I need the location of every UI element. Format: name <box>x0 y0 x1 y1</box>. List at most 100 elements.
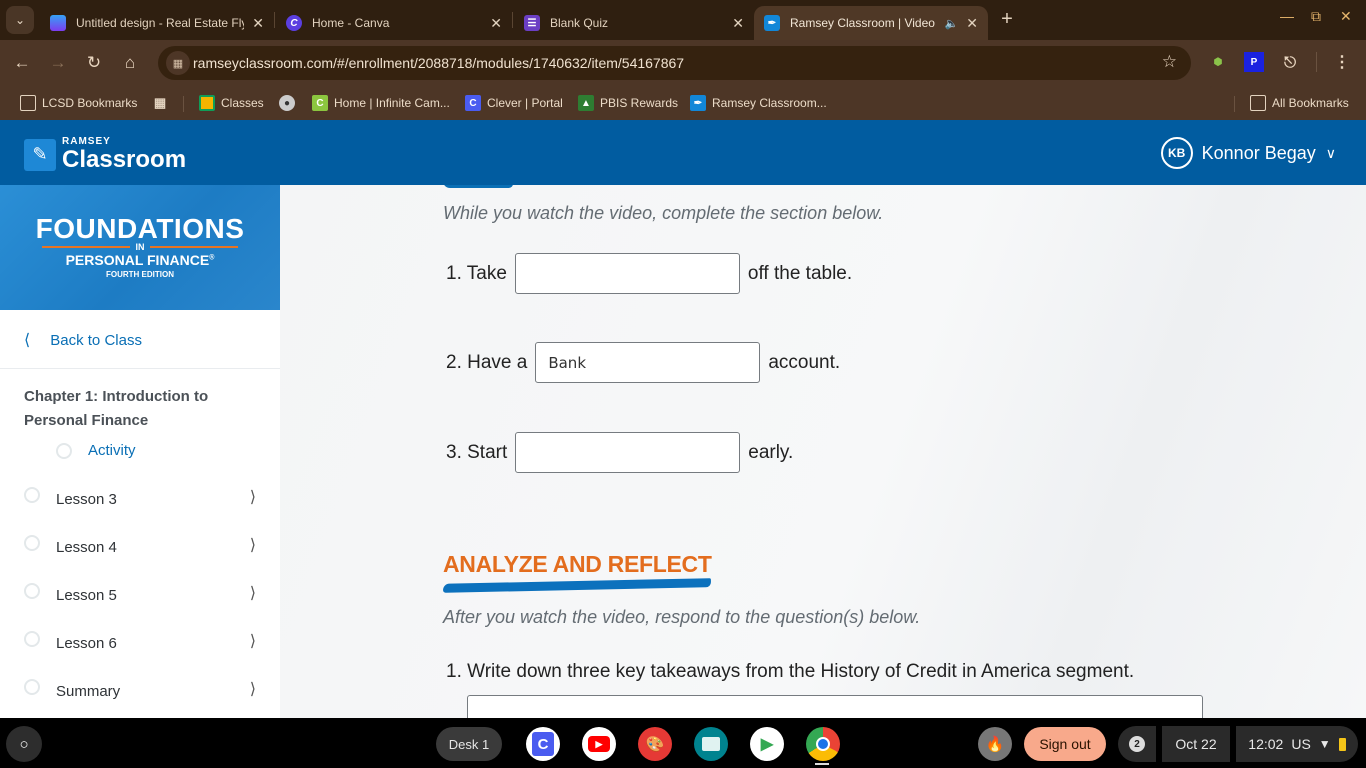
folder-icon <box>1250 95 1266 111</box>
running-indicator <box>815 763 829 765</box>
canvas-paint-app-icon[interactable]: 🎨 <box>638 727 672 761</box>
chevron-right-icon: ⟩ <box>249 585 256 602</box>
course-sidebar: FOUNDATIONS IN PERSONAL FINANCE® FOURTH … <box>0 185 280 718</box>
bookmark-classes[interactable]: Classes <box>199 93 264 113</box>
bookmark-lcsd[interactable]: LCSD Bookmarks <box>20 93 137 113</box>
extensions-puzzle-icon[interactable]: ⎋ <box>1280 52 1300 72</box>
chevron-left-icon: ⟨ <box>24 332 31 349</box>
avatar: KB <box>1160 137 1193 169</box>
notifications-button[interactable]: 2 <box>1118 726 1156 762</box>
play-store-app-icon[interactable]: ▶ <box>750 727 784 761</box>
fill-in-3: 3. Start early. <box>446 432 793 473</box>
lesson-label: Lesson 3 <box>56 490 117 508</box>
speaker-icon[interactable]: 🔈 <box>945 17 959 30</box>
pbis-icon: ▲ <box>578 95 594 111</box>
date-button[interactable]: Oct 22 <box>1162 726 1230 762</box>
minimize-icon[interactable]: — <box>1280 8 1294 24</box>
fill-in-input-2[interactable] <box>535 342 761 383</box>
os-shelf: ○ Desk 1 C ▶ 🎨 ▶ 🔥 Sign out 2 Oct 22 12:… <box>0 718 1366 768</box>
bookmark-ramsey[interactable]: ✒ Ramsey Classroom... <box>690 93 827 113</box>
google-forms-icon: ☰ <box>524 15 540 31</box>
reload-icon[interactable]: ↻ <box>82 51 106 75</box>
bookmark-apps[interactable]: ▦ <box>152 93 174 113</box>
classroom-news-app-icon[interactable] <box>694 727 728 761</box>
fill-in-prefix: 2. Have a <box>446 351 528 373</box>
url-text[interactable]: ramseyclassroom.com/#/enrollment/2088718… <box>193 55 684 71</box>
sidebar-item-summary[interactable]: Summary ⟩ <box>24 679 256 703</box>
launcher-button[interactable]: ○ <box>6 726 42 762</box>
bookmark-separator <box>1234 96 1235 112</box>
bookmark-infinite-campus[interactable]: C Home | Infinite Cam... <box>312 93 450 113</box>
bookmark-globe[interactable]: ● <box>279 93 301 113</box>
ramsey-classroom-logo[interactable]: ✎ RAMSEY Classroom <box>24 137 186 172</box>
bookmark-separator <box>183 96 184 112</box>
chrome-app-icon[interactable] <box>806 727 840 761</box>
restore-icon[interactable]: ⧉ <box>1311 8 1321 25</box>
chevron-right-icon: ⟩ <box>249 537 256 554</box>
back-arrow-icon[interactable]: ← <box>10 51 34 75</box>
new-tab-button[interactable]: + <box>996 8 1018 30</box>
progress-circle-icon <box>24 535 40 551</box>
sidebar-item-lesson-6[interactable]: Lesson 6 ⟩ <box>24 631 256 655</box>
extension-ck-icon[interactable]: ⬢ <box>1208 52 1228 72</box>
status-tray[interactable]: 12:02 US ▼ <box>1236 726 1358 762</box>
pencil-logo-icon: ✎ <box>24 138 56 171</box>
chevron-right-icon: ⟩ <box>249 633 256 650</box>
tab-blank-quiz[interactable]: ☰ Blank Quiz ✕ <box>514 6 754 40</box>
brush-underline <box>442 578 712 593</box>
back-to-class-link[interactable]: ⟨ Back to Class <box>24 330 142 350</box>
close-tab-icon[interactable]: ✕ <box>966 15 978 32</box>
site-info-icon[interactable]: ▦ <box>166 51 190 75</box>
user-avatar-icon[interactable]: 🔥 <box>978 727 1012 761</box>
progress-circle-icon <box>24 631 40 647</box>
bookmark-label: All Bookmarks <box>1272 96 1349 110</box>
notification-count: 2 <box>1129 736 1145 752</box>
sidebar-item-activity[interactable]: Activity <box>56 442 136 459</box>
chapter-title: Chapter 1: Introduction to Personal Fina… <box>24 388 209 429</box>
progress-circle-icon <box>24 583 40 599</box>
sidebar-item-lesson-3[interactable]: Lesson 3 ⟩ <box>24 487 256 511</box>
all-bookmarks[interactable]: All Bookmarks <box>1250 93 1349 113</box>
user-menu[interactable]: KB Konnor Begay ∨ <box>1160 137 1336 169</box>
tab-ramsey-classroom[interactable]: ✒ Ramsey Classroom | Video 🔈 ✕ <box>754 6 988 40</box>
bookmark-star-icon[interactable]: ☆ <box>1162 52 1177 72</box>
bookmark-pbis[interactable]: ▲ PBIS Rewards <box>578 93 678 113</box>
close-tab-icon[interactable]: ✕ <box>490 15 502 32</box>
user-name: Konnor Begay <box>1201 142 1316 163</box>
sidebar-divider <box>0 368 280 369</box>
bookmark-label: Classes <box>221 96 264 110</box>
lesson-label: Lesson 6 <box>56 634 117 652</box>
sidebar-item-lesson-5[interactable]: Lesson 5 ⟩ <box>24 583 256 607</box>
question-1: 1. Write down three key takeaways from t… <box>446 661 1135 682</box>
close-tab-icon[interactable]: ✕ <box>732 15 744 32</box>
address-bar[interactable]: ▦ ramseyclassroom.com/#/enrollment/20887… <box>158 46 1191 80</box>
tab-home-canva[interactable]: C Home - Canva ✕ <box>276 6 512 40</box>
answer-textarea-1[interactable] <box>467 695 1203 718</box>
sign-out-button[interactable]: Sign out <box>1024 727 1106 761</box>
tab-untitled-design[interactable]: Untitled design - Real Estate Fly ✕ <box>40 6 274 40</box>
sidebar-item-lesson-4[interactable]: Lesson 4 ⟩ <box>24 535 256 559</box>
close-window-icon[interactable]: ✕ <box>1340 8 1352 25</box>
folder-managed-icon <box>20 95 36 111</box>
registered-mark: ® <box>209 254 215 262</box>
youtube-app-icon[interactable]: ▶ <box>582 727 616 761</box>
activity-content[interactable]: While you watch the video, complete the … <box>280 185 1366 718</box>
lesson-label: Lesson 5 <box>56 586 117 604</box>
fill-in-input-1[interactable] <box>514 253 740 294</box>
lesson-label: Summary <box>56 682 121 700</box>
launcher-circle-icon: ○ <box>19 735 29 753</box>
close-tab-icon[interactable]: ✕ <box>252 15 264 32</box>
clever-app-icon[interactable]: C <box>526 727 560 761</box>
desk-button[interactable]: Desk 1 <box>436 727 502 761</box>
tab-search-button[interactable]: ⌄ <box>6 6 34 34</box>
infinite-campus-icon: C <box>312 95 328 111</box>
home-icon[interactable]: ⌂ <box>118 51 142 75</box>
more-menu-icon[interactable]: ⋮ <box>1332 52 1352 72</box>
forward-arrow-icon[interactable]: → <box>46 51 70 75</box>
browser-toolbar: ← → ↻ ⌂ ▦ ramseyclassroom.com/#/enrollme… <box>0 40 1366 114</box>
bookmark-clever[interactable]: C Clever | Portal <box>465 93 563 113</box>
wifi-icon: ▼ <box>1318 737 1331 751</box>
bookmark-label: Ramsey Classroom... <box>712 96 827 110</box>
fill-in-input-3[interactable] <box>515 432 741 473</box>
extension-blue-icon[interactable]: P <box>1244 52 1264 72</box>
